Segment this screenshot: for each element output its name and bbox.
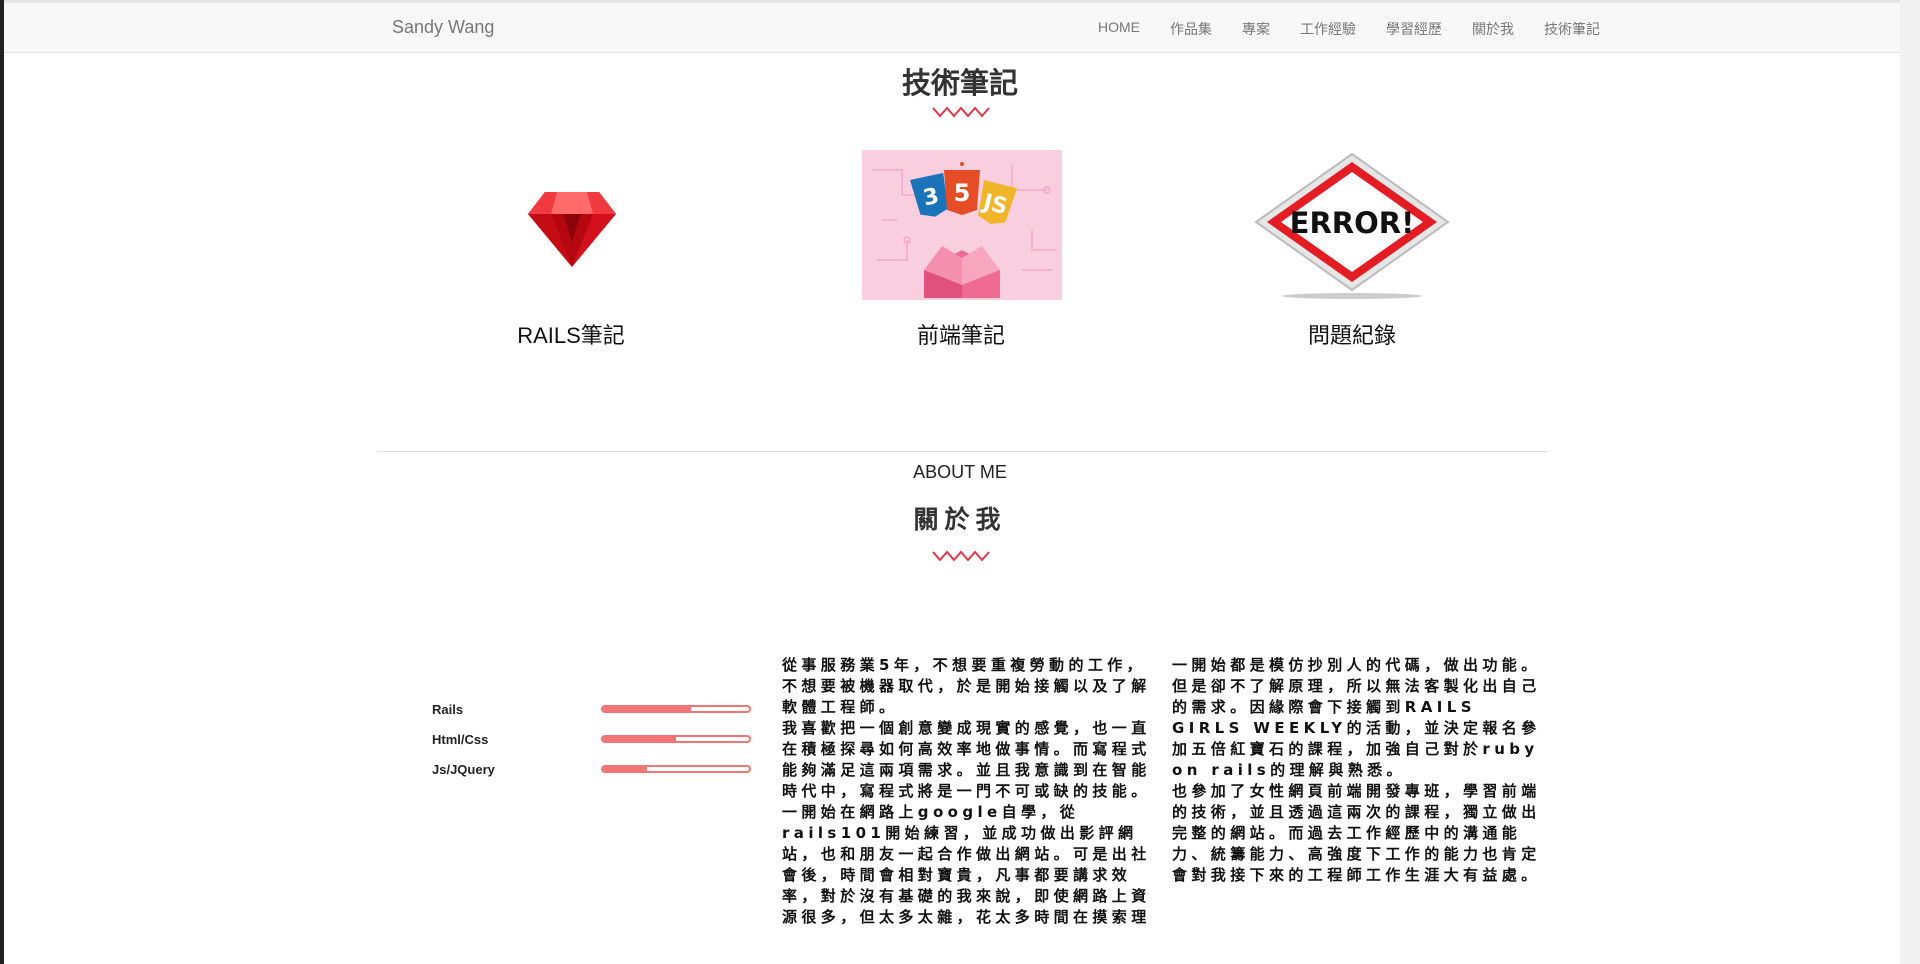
zigzag-divider-icon <box>932 106 990 118</box>
about-paragraph: 我喜歡把一個創意變成現實的感覺，也一直在積極探尋如何高效率地做事情。而寫程式能夠… <box>782 719 1151 800</box>
svg-text:5: 5 <box>954 179 971 207</box>
skill-bar-rails <box>601 705 751 713</box>
about-paragraph: 一開始都是模仿抄別人的代碼，做出功能。但是卻不了解原理，所以無法客製化出自己的需… <box>1172 656 1541 779</box>
card-label-frontend: 前端筆記 <box>916 323 1005 348</box>
about-paragraph: 一開始在網路上google自學，從rails101開始練習，並成功做出影評網站，… <box>782 803 1151 926</box>
skill-bar-htmlcss <box>601 735 751 743</box>
about-section-title: 關於我 <box>913 506 1007 534</box>
nav-experience[interactable]: 工作經驗 <box>1285 19 1371 39</box>
skill-fill-rails <box>603 707 691 711</box>
nav-home[interactable]: HOME <box>1083 19 1155 39</box>
nav-links: HOME 作品集 專案 工作經驗 學習經歷 關於我 技術筆記 <box>1083 19 1600 39</box>
nav-tech-notes[interactable]: 技術筆記 <box>1529 19 1600 39</box>
skill-label-js: Js/JQuery <box>432 762 495 777</box>
card-label-issues: 問題紀錄 <box>1307 323 1396 348</box>
zigzag-divider-icon <box>932 550 990 562</box>
card-label-rails: RAILS筆記 <box>517 323 625 348</box>
nav-education[interactable]: 學習經歷 <box>1371 19 1457 39</box>
skill-label-htmlcss: Html/Css <box>432 732 489 747</box>
ruby-gem-icon <box>528 192 616 267</box>
skill-bar-js <box>601 765 751 773</box>
skill-fill-htmlcss <box>603 737 676 741</box>
html5-css3-js-icon: 3 5 JS <box>862 150 1062 300</box>
about-text-column-1: 從事服務業5年，不想要重複勞動的工作，不想要被機器取代，於是開始接觸以及了解軟體… <box>782 655 1154 928</box>
about-text-column-2: 一開始都是模仿抄別人的代碼，做出功能。但是卻不了解原理，所以無法客製化出自己的需… <box>1172 655 1544 886</box>
navbar: Sandy Wang HOME 作品集 專案 工作經驗 學習經歷 關於我 技術筆… <box>4 0 1900 53</box>
nav-portfolio[interactable]: 作品集 <box>1155 19 1227 39</box>
section-divider <box>377 451 1547 452</box>
error-sign-icon: ERROR! <box>1254 152 1450 299</box>
brand-link[interactable]: Sandy Wang <box>392 17 494 38</box>
nav-projects[interactable]: 專案 <box>1227 19 1285 39</box>
skill-label-rails: Rails <box>432 702 464 717</box>
notes-section-title: 技術筆記 <box>901 68 1018 100</box>
about-paragraph: 從事服務業5年，不想要重複勞動的工作，不想要被機器取代，於是開始接觸以及了解軟體… <box>782 656 1151 716</box>
skill-fill-js <box>603 767 647 771</box>
nav-about[interactable]: 關於我 <box>1457 19 1529 39</box>
about-subtitle: ABOUT ME <box>913 462 1007 482</box>
about-paragraph: 也參加了女性網頁前端開發專班，學習前端的技術，並且透過這兩次的課程，獨立做出完整… <box>1172 782 1541 884</box>
error-sign-text: ERROR! <box>1290 206 1415 240</box>
